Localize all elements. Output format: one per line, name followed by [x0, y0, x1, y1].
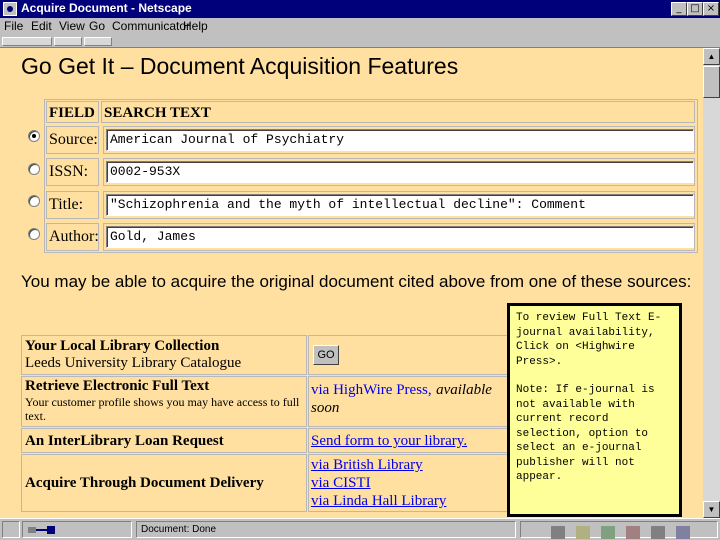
mail-icon[interactable] — [576, 526, 590, 539]
discussion-icon[interactable] — [601, 526, 615, 539]
field-label-source: Source: — [46, 126, 99, 154]
linda-hall-link[interactable]: via Linda Hall Library — [311, 493, 446, 509]
local-library-cell: Your Local Library Collection Leeds Univ… — [21, 335, 307, 375]
delivery-title: Acquire Through Document Delivery — [21, 454, 307, 512]
radio-author[interactable] — [28, 228, 40, 240]
scroll-up-icon[interactable]: ▲ — [703, 48, 720, 65]
field-value-cell: Gold, James — [103, 223, 695, 251]
scroll-down-icon[interactable]: ▼ — [703, 501, 720, 518]
window-title: Acquire Document - Netscape — [21, 1, 192, 15]
source-input[interactable]: American Journal of Psychiatry — [106, 129, 694, 151]
maximize-icon[interactable]: □ — [687, 2, 703, 16]
page-content: Go Get It – Document Acquisition Feature… — [0, 48, 703, 518]
composer-icon[interactable] — [626, 526, 640, 539]
scroll-thumb[interactable] — [703, 66, 720, 98]
status-bar: Document: Done — [0, 518, 720, 540]
field-value-cell: "Schizophrenia and the myth of intellect… — [103, 191, 695, 219]
navigator-icon[interactable] — [551, 526, 565, 539]
status-text: Document: Done — [136, 521, 516, 538]
ill-link-cell: Send form to your library. — [308, 428, 510, 453]
component-icon[interactable] — [651, 526, 665, 539]
minimize-icon[interactable]: _ — [671, 2, 687, 16]
highwire-link[interactable]: via HighWire Press, — [311, 382, 432, 398]
menu-go[interactable]: Go — [89, 19, 105, 33]
note-paragraph-1: To review Full Text E-journal availabili… — [516, 312, 662, 368]
close-icon[interactable]: × — [703, 2, 719, 16]
send-form-link[interactable]: Send form to your library. — [311, 433, 467, 449]
go-button[interactable]: GO — [313, 345, 339, 365]
fulltext-subtitle: Your customer profile shows you may have… — [25, 395, 300, 423]
page-title: Go Get It – Document Acquisition Feature… — [21, 53, 459, 79]
header-field: FIELD — [46, 101, 99, 123]
local-library-title: Your Local Library Collection — [25, 338, 220, 354]
british-library-link[interactable]: via British Library — [311, 457, 423, 473]
component-icon[interactable] — [676, 526, 690, 539]
note-paragraph-2: Note: If e-journal is not available with… — [516, 384, 655, 483]
menu-help[interactable]: Help — [183, 19, 208, 33]
source-table: Your Local Library Collection Leeds Univ… — [21, 335, 510, 513]
menu-view[interactable]: View — [59, 19, 85, 33]
header-search-text: SEARCH TEXT — [101, 101, 695, 123]
toolbar-button[interactable] — [2, 37, 52, 46]
security-lock-icon[interactable] — [2, 521, 20, 538]
field-value-cell: American Journal of Psychiatry — [103, 126, 695, 154]
toolbar-strip — [0, 36, 720, 48]
radio-source[interactable] — [28, 130, 40, 142]
toolbar-button[interactable] — [54, 37, 82, 46]
vertical-scrollbar[interactable]: ▲ ▼ — [703, 48, 720, 518]
menu-communicator[interactable]: Communicator — [112, 19, 190, 33]
go-cell: GO — [308, 335, 510, 375]
radio-issn[interactable] — [28, 163, 40, 175]
menu-edit[interactable]: Edit — [31, 19, 52, 33]
window-titlebar: Acquire Document - Netscape _ □ × — [0, 0, 720, 18]
author-input[interactable]: Gold, James — [106, 226, 694, 248]
menu-file[interactable]: File — [4, 19, 23, 33]
component-icons — [520, 521, 718, 539]
network-icon — [22, 521, 132, 538]
radio-title[interactable] — [28, 195, 40, 207]
title-input[interactable]: "Schizophrenia and the myth of intellect… — [106, 194, 694, 216]
netscape-icon[interactable] — [3, 2, 17, 16]
acquire-intro-text: You may be able to acquire the original … — [21, 272, 692, 291]
field-label-issn: ISSN: — [46, 158, 99, 186]
local-library-subtitle: Leeds University Library Catalogue — [25, 355, 242, 371]
field-label-author: Author: — [46, 223, 99, 251]
help-note-box: To review Full Text E-journal availabili… — [507, 303, 682, 517]
field-label-title: Title: — [46, 191, 99, 219]
delivery-links-cell: via British Library via CISTI via Linda … — [308, 454, 510, 512]
toolbar-button[interactable] — [84, 37, 112, 46]
issn-input[interactable]: 0002-953X — [106, 161, 694, 183]
menu-bar: File Edit View Go Communicator Help — [0, 18, 720, 36]
field-value-cell: 0002-953X — [103, 158, 695, 186]
fulltext-link-cell: via HighWire Press, available soon — [308, 376, 510, 427]
cisti-link[interactable]: via CISTI — [311, 475, 371, 491]
search-field-table: FIELD SEARCH TEXT Source: American Journ… — [44, 99, 698, 253]
ill-title: An InterLibrary Loan Request — [21, 428, 307, 453]
fulltext-title: Retrieve Electronic Full Text — [25, 378, 210, 394]
fulltext-cell: Retrieve Electronic Full Text Your custo… — [21, 376, 307, 427]
